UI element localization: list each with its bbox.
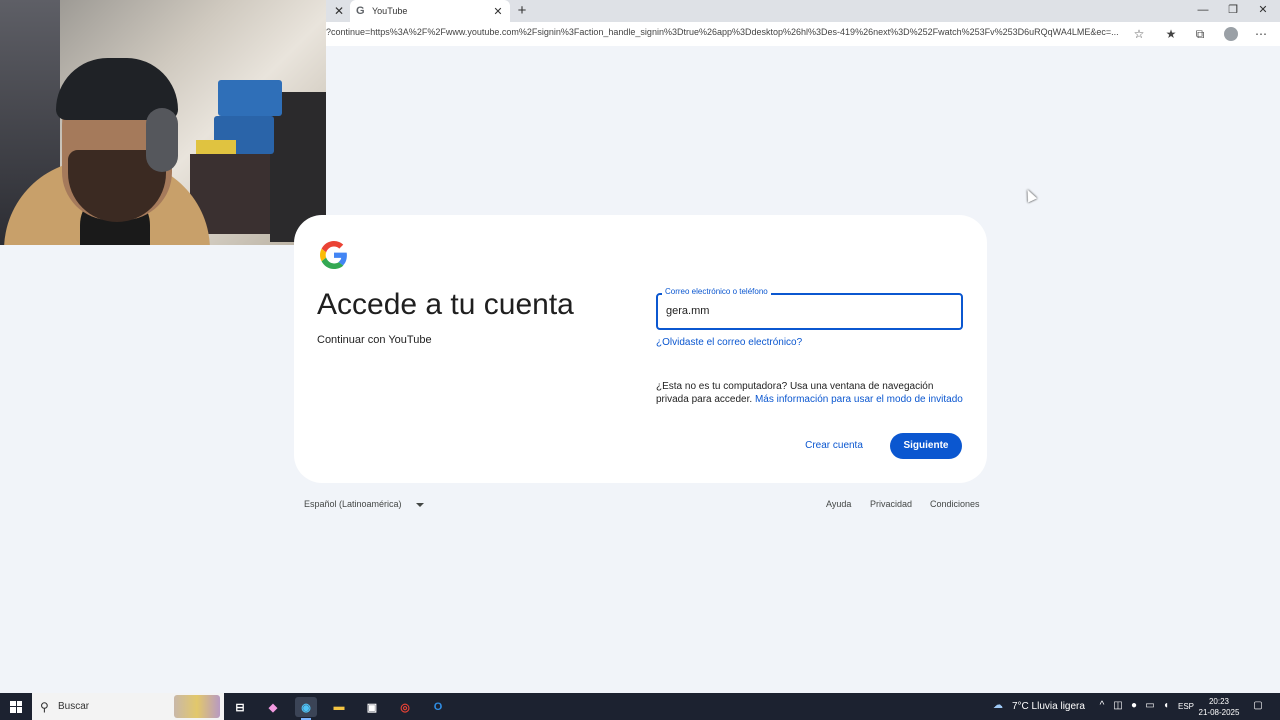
chrome-icon[interactable]: ◎ xyxy=(394,697,416,717)
clock-time: 20:23 xyxy=(1208,697,1230,706)
language-selector[interactable]: Español (Latinoamérica) xyxy=(304,499,424,509)
email-field[interactable] xyxy=(656,293,963,330)
forgot-email-link[interactable]: ¿Olvidaste el correo electrónico? xyxy=(656,337,802,348)
add-favorite-icon[interactable]: ☆ xyxy=(1131,26,1147,42)
new-tab-icon[interactable]: + xyxy=(514,2,530,20)
terms-link[interactable]: Condiciones xyxy=(930,499,980,509)
webcam-headphone xyxy=(146,108,178,172)
close-window-icon[interactable]: ✕ xyxy=(1248,2,1278,18)
clock-date: 21-08-2025 xyxy=(1198,708,1240,717)
start-button[interactable] xyxy=(0,693,32,720)
windows-logo-icon xyxy=(10,700,22,713)
weather-icon: ☁ xyxy=(993,700,1003,711)
task-view-icon[interactable]: ⊟ xyxy=(229,697,251,717)
favorites-icon[interactable]: ★ xyxy=(1163,26,1179,42)
guest-mode-link[interactable]: Más información para usar el modo de inv… xyxy=(755,394,963,405)
close-tab-icon[interactable]: ✕ xyxy=(331,3,347,19)
page-subtitle: Continuar con YouTube xyxy=(317,334,432,346)
google-favicon-icon: G xyxy=(356,5,365,17)
search-placeholder: Buscar xyxy=(58,701,90,712)
more-options-icon[interactable]: ⋯ xyxy=(1253,26,1269,42)
minimize-icon[interactable]: — xyxy=(1188,2,1218,18)
restore-icon[interactable]: ❐ xyxy=(1218,2,1248,18)
search-highlight-image xyxy=(174,695,220,718)
caret-down-icon xyxy=(415,502,424,507)
page-title: Accede a tu cuenta xyxy=(317,288,574,321)
tab-youtube[interactable]: G YouTube ✕ xyxy=(350,0,510,22)
profile-avatar-icon[interactable] xyxy=(1224,27,1238,41)
close-tab-icon[interactable]: ✕ xyxy=(492,5,504,18)
help-link[interactable]: Ayuda xyxy=(826,499,851,509)
search-icon: ⚲ xyxy=(40,699,49,714)
store-icon[interactable]: ▣ xyxy=(361,697,383,717)
create-account-button[interactable]: Crear cuenta xyxy=(798,434,870,458)
chevron-up-icon[interactable]: ^ xyxy=(1096,700,1108,712)
language-label: Español (Latinoamérica) xyxy=(304,499,402,509)
collections-icon[interactable]: ⧉ xyxy=(1192,26,1208,42)
google-logo-icon xyxy=(320,241,347,269)
tab-title: YouTube xyxy=(372,6,408,16)
taskbar-search[interactable]: ⚲ Buscar xyxy=(32,693,224,720)
guest-mode-note: ¿Esta no es tu computadora? Usa una vent… xyxy=(656,380,966,406)
mouse-cursor-icon xyxy=(1022,187,1038,203)
signin-card xyxy=(294,215,987,483)
privacy-link[interactable]: Privacidad xyxy=(870,499,912,509)
camera-icon[interactable]: ◫ xyxy=(1112,700,1124,712)
file-explorer-icon[interactable]: ▬ xyxy=(328,697,350,717)
next-button[interactable]: Siguiente xyxy=(890,433,962,459)
network-icon[interactable]: ▭ xyxy=(1144,700,1156,712)
taskbar: ⚲ Buscar ⊟ ◆ ◉ ▬ ▣ ◎ O ☁ 7°C Lluvia lige… xyxy=(0,693,1280,720)
webcam-blue-bin xyxy=(218,80,282,116)
email-input[interactable] xyxy=(666,305,956,317)
email-field-label: Correo electrónico o teléfono xyxy=(662,287,771,296)
input-language[interactable]: ESP xyxy=(1178,693,1194,720)
microphone-icon[interactable]: ● xyxy=(1128,700,1140,712)
weather-text[interactable]: 7°C Lluvia ligera xyxy=(1012,693,1085,720)
taskbar-clock[interactable]: 20:23 21-08-2025 xyxy=(1196,696,1242,718)
outlook-icon[interactable]: O xyxy=(427,697,449,717)
volume-icon[interactable]: ◖ xyxy=(1160,700,1172,712)
url-field[interactable]: ?continue=https%3A%2F%2Fwww.youtube.com%… xyxy=(326,27,1124,41)
notifications-icon[interactable]: ▢ xyxy=(1252,700,1264,712)
edge-browser-icon[interactable]: ◉ xyxy=(295,697,317,720)
webcam-overlay xyxy=(0,0,326,245)
copilot-icon[interactable]: ◆ xyxy=(262,697,284,717)
